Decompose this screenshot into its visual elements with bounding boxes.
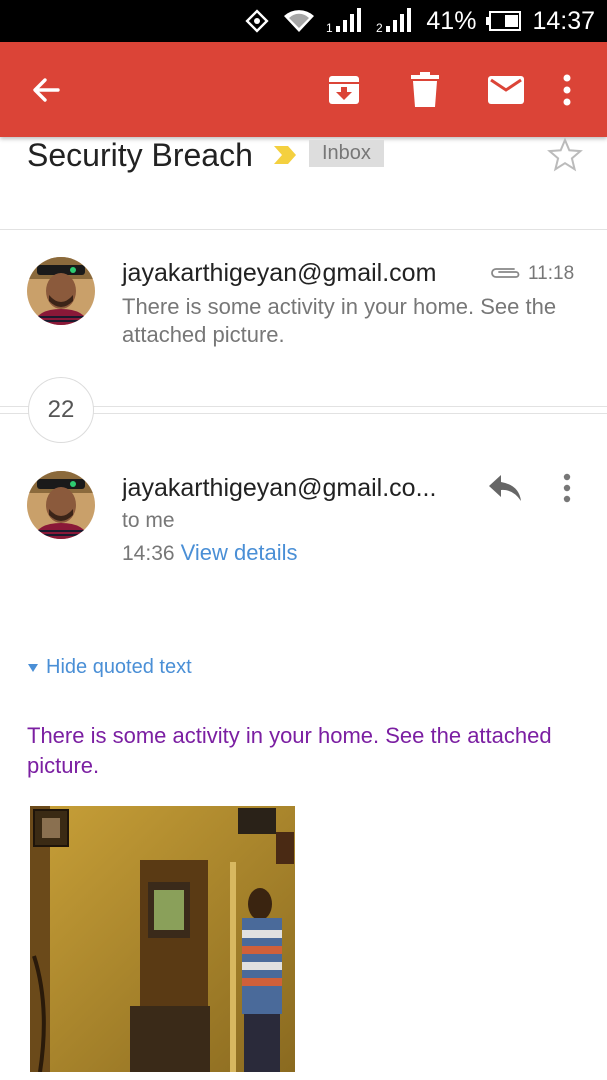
- avatar[interactable]: [27, 257, 95, 325]
- archive-icon: [329, 76, 359, 104]
- hide-quoted-label: Hide quoted text: [46, 656, 192, 678]
- message-snippet: There is some activity in your home. See…: [122, 294, 557, 347]
- mail-icon: [488, 76, 524, 104]
- triangle-down-icon: [28, 663, 38, 672]
- overflow-menu-icon: [563, 473, 571, 503]
- rotate-icon: [242, 6, 272, 36]
- message-time: 14:36: [122, 542, 175, 565]
- more-options-button[interactable]: [545, 64, 589, 116]
- battery-icon: [486, 11, 522, 31]
- status-time: 14:37: [532, 6, 595, 35]
- wifi-icon: [282, 8, 316, 34]
- reply-button[interactable]: [487, 473, 527, 507]
- star-icon: [547, 137, 583, 172]
- svg-text:2: 2: [376, 21, 383, 34]
- delete-icon: [411, 72, 439, 107]
- mark-unread-button[interactable]: [480, 64, 532, 116]
- battery-percent: 41%: [426, 6, 477, 35]
- delete-button[interactable]: [399, 64, 451, 116]
- attached-photo[interactable]: [30, 806, 295, 1072]
- message-more-button[interactable]: [553, 469, 581, 507]
- inbox-label[interactable]: Inbox: [309, 140, 384, 167]
- attachment-icon: [488, 265, 522, 286]
- message-body: There is some activity in your home. See…: [27, 723, 552, 778]
- svg-text:1: 1: [326, 21, 333, 34]
- archive-button[interactable]: [318, 64, 370, 116]
- expanded-message-header: jayakarthigeyan@gmail.co... to me 14:36 V…: [0, 443, 607, 593]
- message-time: 11:18: [528, 263, 575, 284]
- recipient: to me: [122, 509, 175, 532]
- signal-1-icon: 1: [326, 8, 366, 34]
- hide-quoted-text-link[interactable]: Hide quoted text: [28, 656, 192, 679]
- overflow-menu-icon: [563, 74, 571, 106]
- hidden-messages-count-button[interactable]: 22: [28, 377, 94, 443]
- signal-2-icon: 2: [376, 8, 416, 34]
- subject-title: Security Breach: [27, 137, 253, 173]
- app-bar: [0, 42, 607, 137]
- back-arrow-icon: [33, 78, 60, 102]
- reply-icon: [489, 475, 521, 501]
- collapsed-message[interactable]: jayakarthigeyan@gmail.com 11:18 There is…: [0, 230, 607, 378]
- status-bar: 1 2 41% 14:37: [0, 0, 607, 42]
- sender-email: jayakarthigeyan@gmail.co...: [122, 474, 437, 502]
- back-button[interactable]: [20, 64, 72, 116]
- avatar[interactable]: [27, 471, 95, 539]
- subject-row: Security Breach Inbox: [0, 137, 607, 229]
- importance-marker-icon[interactable]: [272, 142, 298, 173]
- sender-email: jayakarthigeyan@gmail.com: [122, 259, 437, 287]
- message-detail-row: 14:36 View details: [122, 540, 298, 566]
- view-details-link[interactable]: View details: [181, 540, 298, 565]
- star-button[interactable]: [547, 137, 587, 177]
